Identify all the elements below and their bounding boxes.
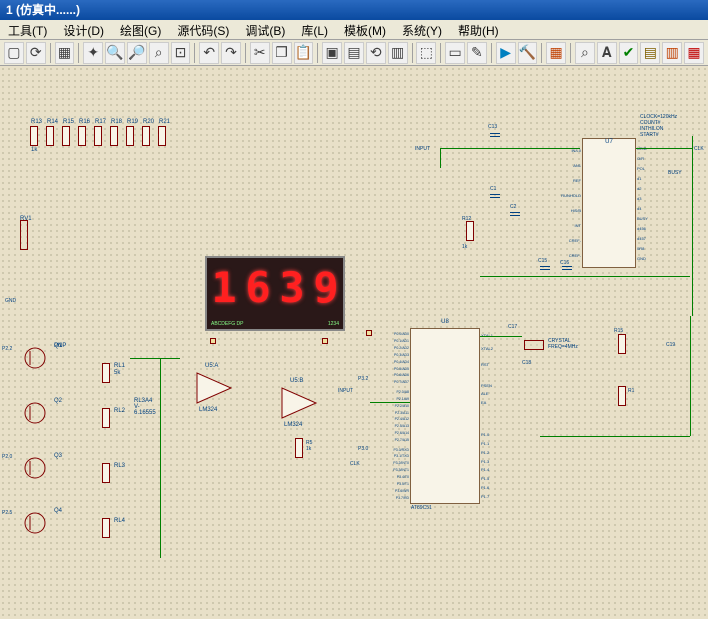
menu-system[interactable]: 系统(Y) [394, 20, 450, 39]
menu-template[interactable]: 模板(M) [336, 20, 394, 39]
seven-seg-display: 1 6 3 9 ABCDEFG DP 1234 [205, 256, 345, 331]
c13-label: C13 [488, 124, 497, 130]
r1 [618, 386, 626, 406]
c1-cap [490, 194, 500, 198]
pick-icon[interactable]: ⬚ [416, 42, 436, 64]
gnd-label: GND [5, 298, 16, 304]
block-move-icon[interactable]: ▤ [344, 42, 364, 64]
menu-source[interactable]: 源代码(S) [169, 20, 237, 39]
u7-start-label: START# [640, 132, 659, 138]
digit-1: 1 [207, 258, 241, 329]
aerial-icon[interactable]: ▦ [546, 42, 566, 64]
menu-library[interactable]: 库(L) [293, 20, 336, 39]
menu-help[interactable]: 帮助(H) [450, 20, 507, 39]
p30-net: P3.0 [358, 446, 368, 452]
rv1-pot: RV1 [20, 216, 28, 250]
resistor-bank: R131k R14 R15 R16 R17 R18 R19 R20 R21 [30, 126, 166, 146]
p20-net: P2.0 [2, 454, 12, 460]
c16-cap [562, 266, 572, 270]
chip-u8: U8 P0.0/AD0P0.1/AD1P0.2/AD2P0.3/AD3P0.4/… [410, 328, 480, 504]
menu-draw[interactable]: 绘图(G) [112, 20, 169, 39]
ares-icon[interactable]: ▦ [684, 42, 704, 64]
bom-icon[interactable]: ▥ [662, 42, 682, 64]
undo-icon[interactable]: ↶ [199, 42, 219, 64]
r5-val: 1k [306, 446, 311, 452]
r12-label: R12 [462, 216, 471, 222]
menu-debug[interactable]: 调试(B) [237, 20, 293, 39]
r5 [295, 438, 303, 458]
wire-icon[interactable]: ▶ [496, 42, 516, 64]
origin-icon[interactable]: ✦ [83, 42, 103, 64]
p22-net: P2.2 [2, 346, 12, 352]
opamp-u5a: U5:A LM324 [195, 371, 235, 408]
p25-net: P2.5 [2, 510, 12, 516]
redraw-icon[interactable]: ⟳ [26, 42, 46, 64]
decompose-icon[interactable]: ✎ [467, 42, 487, 64]
c17-label: C17 [508, 324, 517, 330]
grid-icon[interactable]: ▦ [55, 42, 75, 64]
r15b-label: R15 [614, 328, 623, 334]
menu-bar: 工具(T) 设计(D) 绘图(G) 源代码(S) 调试(B) 库(L) 模板(M… [0, 20, 708, 40]
erc-icon[interactable]: ✔ [619, 42, 639, 64]
digit-2: 6 [241, 258, 275, 329]
clk-net: CLK [694, 146, 704, 152]
p32-net: P3.2 [358, 376, 368, 382]
c19-label: C19 [666, 342, 675, 348]
block-delete-icon[interactable]: ▥ [388, 42, 408, 64]
seg-pins-left: ABCDEFG DP [211, 321, 244, 327]
zoom-in-icon[interactable]: 🔍 [105, 42, 125, 64]
toolbar: ▢ ⟳ ▦ ✦ 🔍 🔎 ⌕ ⊡ ↶ ↷ ✂ ❐ 📋 ▣ ▤ ⟲ ▥ ⬚ ▭ ✎ … [0, 40, 708, 66]
menu-tools[interactable]: 工具(T) [0, 20, 55, 39]
zoom-area-icon[interactable]: ⌕ [149, 42, 169, 64]
r12 [466, 221, 474, 241]
block-copy-icon[interactable]: ▣ [322, 42, 342, 64]
chip-u7: U7 IN/L0AN1REFRUNHOLDHiS/BINTCREF-CREF- … [582, 138, 636, 268]
crystal [524, 340, 544, 350]
paste-icon[interactable]: 📋 [294, 42, 314, 64]
r1-label: R1 [628, 388, 634, 394]
opamp-u5b: U5:B LM324 [280, 386, 320, 423]
search-icon[interactable]: ⌕ [575, 42, 595, 64]
new-icon[interactable]: ▢ [4, 42, 24, 64]
package-icon[interactable]: ▭ [445, 42, 465, 64]
c2-cap [510, 212, 520, 216]
zoom-out-icon[interactable]: 🔎 [127, 42, 147, 64]
title-bar: 1 (仿真中......) [0, 0, 708, 20]
busy-net: BUSY [668, 170, 682, 176]
digit-3: 3 [275, 258, 309, 329]
r12-val: 1k [462, 244, 467, 250]
digit-4: 9 [309, 258, 343, 329]
c13-cap [490, 133, 500, 137]
c18-label: C18 [522, 360, 531, 366]
input-net-2: INPUT [338, 388, 353, 394]
menu-design[interactable]: 设计(D) [55, 20, 112, 39]
c15-label: C15 [538, 258, 547, 264]
block-rotate-icon[interactable]: ⟲ [366, 42, 386, 64]
r15b [618, 334, 626, 354]
input-net: INPUT [415, 146, 430, 152]
zoom-fit-icon[interactable]: ⊡ [171, 42, 191, 64]
seg-pins-right: 1234 [328, 321, 339, 327]
clk-net-2: CLK [350, 461, 360, 467]
copy-icon[interactable]: ❐ [272, 42, 292, 64]
cut-icon[interactable]: ✂ [250, 42, 270, 64]
c2-label: C2 [510, 204, 516, 210]
crystal-freq: FREQ=4MHz [548, 344, 578, 350]
hammer-icon[interactable]: 🔨 [518, 42, 538, 64]
netlist-icon[interactable]: ▤ [640, 42, 660, 64]
c1-label: C1 [490, 186, 496, 192]
property-icon[interactable]: 𝐀 [597, 42, 617, 64]
redo-icon[interactable]: ↷ [221, 42, 241, 64]
schematic-canvas[interactable]: R131k R14 R15 R16 R17 R18 R19 R20 R21 1 … [0, 66, 708, 619]
c15-cap [540, 266, 550, 270]
